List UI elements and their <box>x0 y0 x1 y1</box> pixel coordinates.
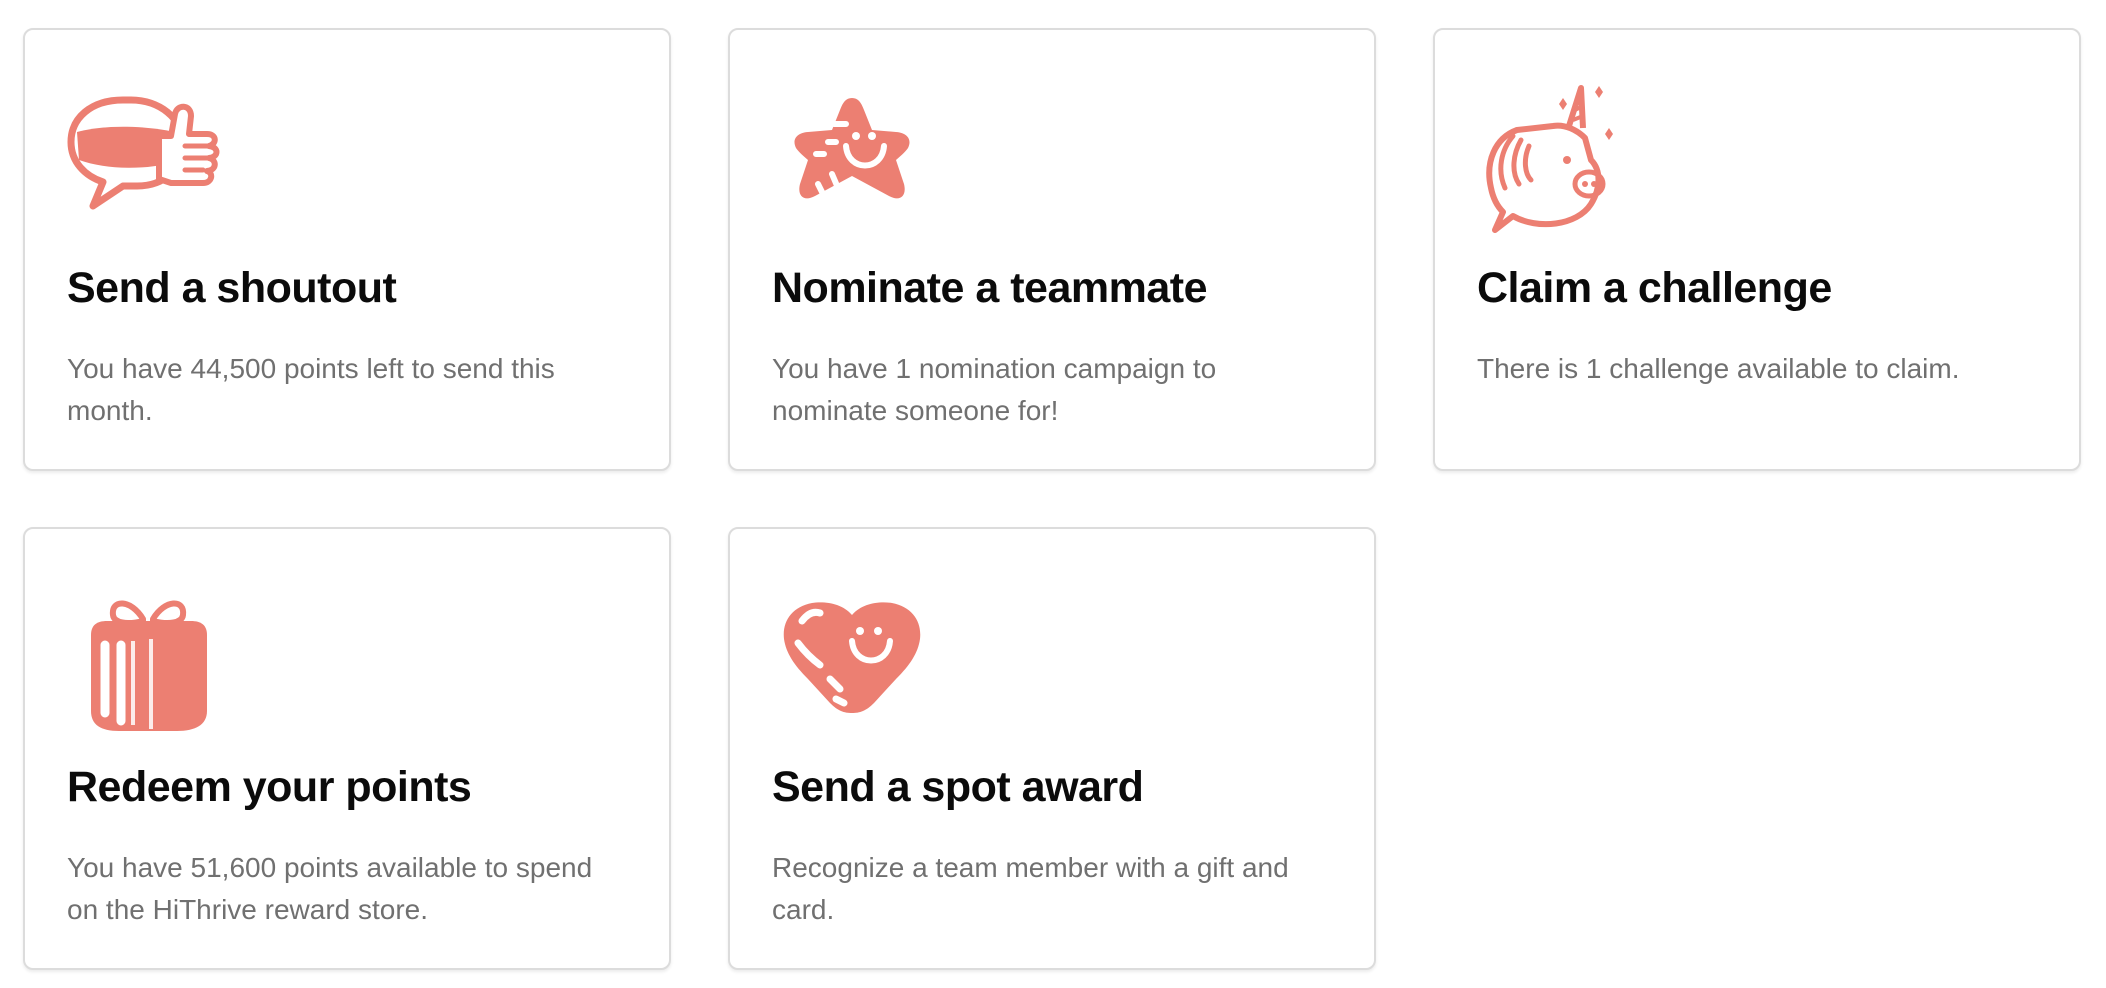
card-title: Send a shoutout <box>67 264 397 312</box>
card-description: There is 1 challenge available to claim. <box>1477 353 1960 384</box>
card-description: You have 51,600 points available to spen… <box>67 852 593 925</box>
card-description: Recognize a team member with a gift and … <box>772 852 1289 925</box>
smiling-star-icon <box>772 80 932 240</box>
gift-box-icon <box>67 579 227 739</box>
thumbs-up-speech-bubble-icon <box>67 80 227 240</box>
card-title: Claim a challenge <box>1477 264 1832 312</box>
action-card-grid: Send a shoutout You have 44,500 points l… <box>23 28 2081 970</box>
card-description: You have 1 nomination campaign to nomina… <box>772 353 1217 426</box>
card-title: Redeem your points <box>67 763 472 811</box>
card-title: Nominate a teammate <box>772 264 1208 312</box>
card-title: Send a spot award <box>772 763 1144 811</box>
redeem-points-card[interactable]: Redeem your points You have 51,600 point… <box>23 527 671 970</box>
nominate-teammate-card[interactable]: Nominate a teammate You have 1 nominatio… <box>728 28 1376 471</box>
claim-challenge-card[interactable]: Claim a challenge There is 1 challenge a… <box>1433 28 2081 471</box>
send-spot-award-card[interactable]: Send a spot award Recognize a team membe… <box>728 527 1376 970</box>
smiling-heart-icon <box>772 579 932 739</box>
unicorn-speech-bubble-icon <box>1477 80 1637 240</box>
send-shoutout-card[interactable]: Send a shoutout You have 44,500 points l… <box>23 28 671 471</box>
card-description: You have 44,500 points left to send this… <box>67 353 555 426</box>
